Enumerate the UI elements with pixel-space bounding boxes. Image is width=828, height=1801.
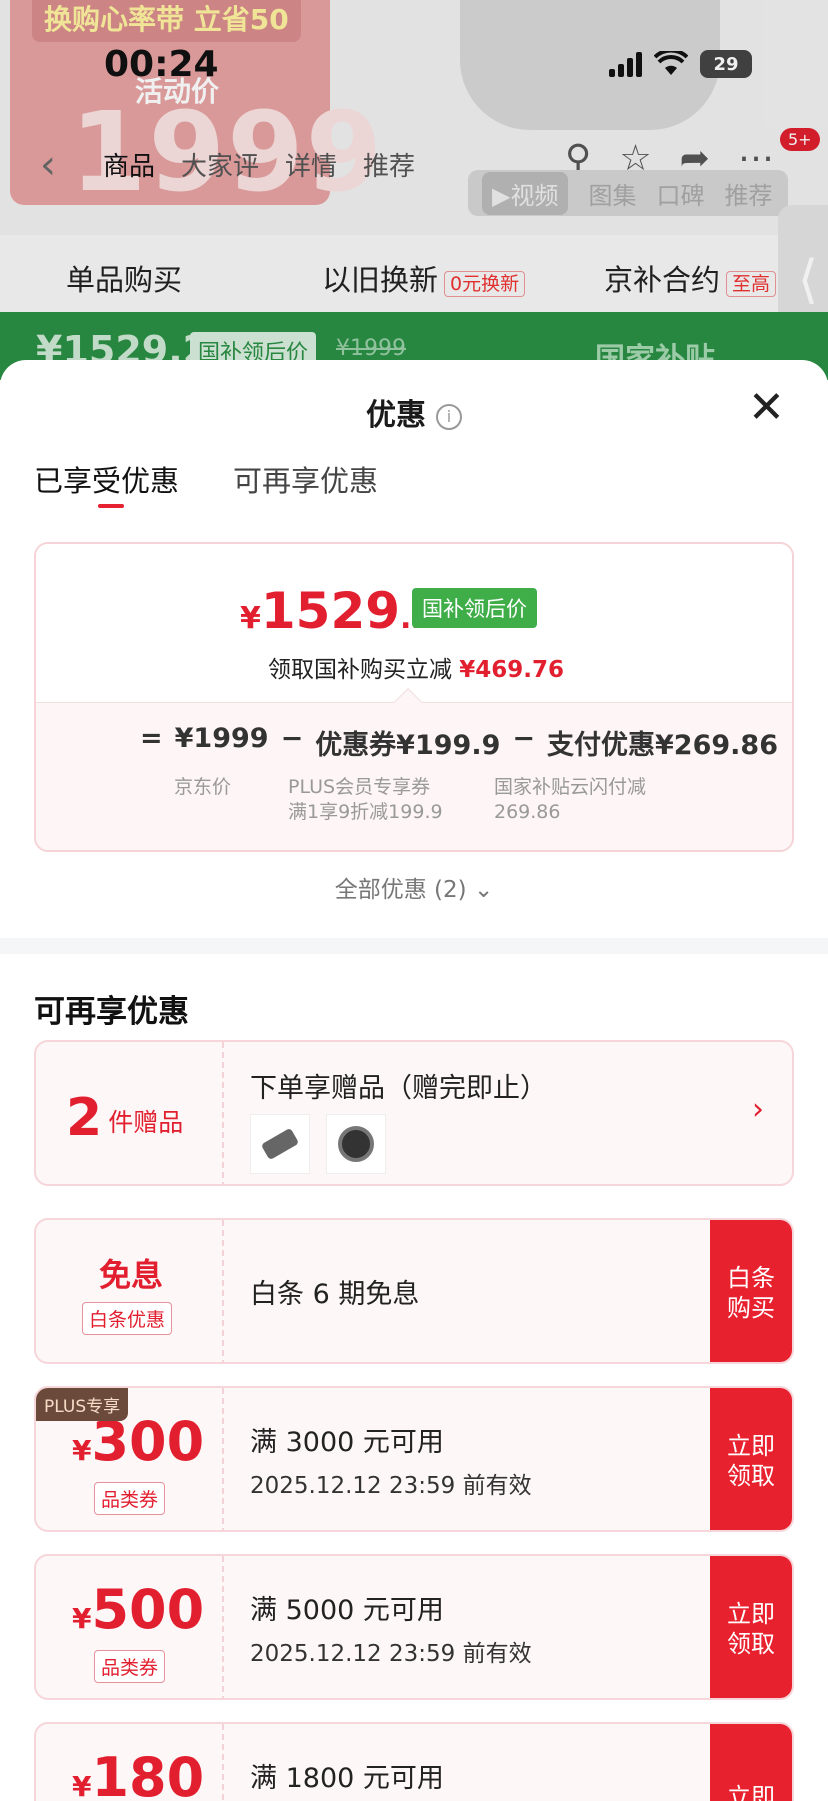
chevron-right-icon[interactable]: › [752,1092,764,1127]
interest-free-left: 免息 白条优惠 [36,1220,224,1362]
backdrop-overlay[interactable] [0,0,828,380]
background-page: 换购心率带 立省50 活动价 1999 00:24 29 ‹ 商品 大家评 详情… [0,0,828,380]
coupon-type-tag: 品类券 [94,1650,166,1683]
all-offers-toggle[interactable]: 全部优惠 (2) ⌄ [0,870,828,904]
coupon-amount-value: 180 [91,1746,205,1801]
gift-title: 下单享赠品（赠完即止） [250,1073,547,1104]
payment-desc-line: 269.86 [494,801,561,823]
claim-coupon-button[interactable]: 立即领取 [710,1388,792,1530]
watch-icon [338,1126,374,1162]
sheet-title: 优惠 i [0,390,828,434]
minus-sign: − [280,723,304,754]
coupon-amount: ¥180 [72,1746,204,1801]
coupon-card: ¥300 品类券 PLUS专享 满 3000 元可用 2025.12.12 23… [34,1386,794,1532]
coupon-condition: 满 5000 元可用 [250,1595,444,1626]
gift-card-left: 2 件赠品 [36,1042,224,1184]
usb-adapter-icon [260,1127,300,1161]
coupon-expiry: 2025.12.12 23:59 前有效 [250,1641,532,1667]
savings-amount: ¥469.76 [459,657,565,683]
price-breakdown: = ¥1999 − 优惠券¥199.9 − 支付优惠¥269.86 京东价 PL… [36,702,792,850]
minus-sign: − [512,723,536,754]
jd-price: ¥1999 [174,723,269,754]
coupon-card: ¥500 品类券 满 5000 元可用 2025.12.12 23:59 前有效… [34,1554,794,1700]
coupon-condition: 满 3000 元可用 [250,1427,444,1458]
jd-price-label-text: 京东价 [174,776,232,798]
payment-discount: 支付优惠¥269.86 [547,730,778,761]
close-icon[interactable]: ✕ [748,386,785,430]
coupon-card: ¥180 满 1800 元可用 立即 [34,1722,794,1801]
coupon-discount: 优惠券¥199.9 [315,730,501,761]
tab-more-offers[interactable]: 可再享优惠 [233,458,378,500]
payment-desc-line: 国家补贴云闪付减 [494,776,647,798]
more-offers-title: 可再享优惠 [34,994,189,1030]
coupon-amount-value: 500 [91,1578,205,1641]
coupon-description: PLUS会员专享券 满1享9折减199.9 [288,775,443,825]
payment-description: 国家补贴云闪付减 269.86 [494,775,646,825]
gift-thumbnail-adapter [250,1114,310,1174]
gift-count-label: 件赠品 [108,1108,184,1137]
plus-exclusive-badge: PLUS专享 [36,1388,129,1421]
gift-card[interactable]: 2 件赠品 下单享赠品（赠完即止） › [34,1040,794,1186]
baitiao-buy-button[interactable]: 白条购买 [710,1220,792,1362]
claim-coupon-button[interactable]: 立即 [710,1724,792,1801]
savings-line: 领取国补购买立减 ¥469.76 [36,650,792,684]
price-summary-card: ¥1529.24 国补领后价 领取国补购买立减 ¥469.76 = ¥1999 … [34,542,794,852]
coupon-currency: ¥ [72,1434,92,1467]
offers-sheet: 优惠 i ✕ 已享受优惠 可再享优惠 ¥1529.24 国补领后价 领取国补购买立… [0,360,828,1801]
claim-coupon-button[interactable]: 立即领取 [710,1556,792,1698]
coupon-condition: 满 1800 元可用 [250,1763,444,1794]
coupon-currency: ¥ [72,1602,92,1635]
price-formula: = ¥1999 − 优惠券¥199.9 − 支付优惠¥269.86 [128,723,778,762]
sheet-title-text: 优惠 [366,398,426,433]
final-price-section: ¥1529.24 国补领后价 领取国补购买立减 ¥469.76 [36,544,792,702]
coupon-type-tag: 品类券 [94,1482,166,1515]
baitiao-tag: 白条优惠 [82,1302,173,1335]
final-price-integer: 1529 [260,582,401,640]
interest-free-text: 白条 6 期免息 [250,1279,420,1310]
coupon-left: ¥180 [36,1724,224,1801]
coupon-desc-line: 满1享9折减199.9 [288,801,443,823]
coupon-currency: ¥ [72,1770,92,1801]
info-icon[interactable]: i [436,403,462,430]
section-divider [0,938,828,954]
equals-sign: = [140,723,163,754]
interest-free-card: 免息 白条优惠 白条 6 期免息 白条购买 [34,1218,794,1364]
offers-tabs: 已享受优惠 可再享优惠 [34,458,378,508]
gift-count: 2 件赠品 [66,1088,183,1148]
coupon-left: ¥500 品类券 [36,1556,224,1698]
final-price-currency: ¥ [240,601,261,636]
coupon-desc-line: PLUS会员专享券 [288,776,431,798]
tab-enjoyed-offers[interactable]: 已享受优惠 [34,458,179,508]
coupon-expiry: 2025.12.12 23:59 前有效 [250,1473,532,1499]
jd-price-label: 京东价 [174,775,231,800]
interest-free-title: 免息 [98,1256,163,1294]
gift-thumbnail-watch [326,1114,386,1174]
subsidy-price-badge: 国补领后价 [412,588,537,628]
savings-text: 领取国补购买立减 [267,657,452,683]
coupon-amount: ¥500 [72,1578,204,1641]
gift-count-number: 2 [66,1088,103,1148]
